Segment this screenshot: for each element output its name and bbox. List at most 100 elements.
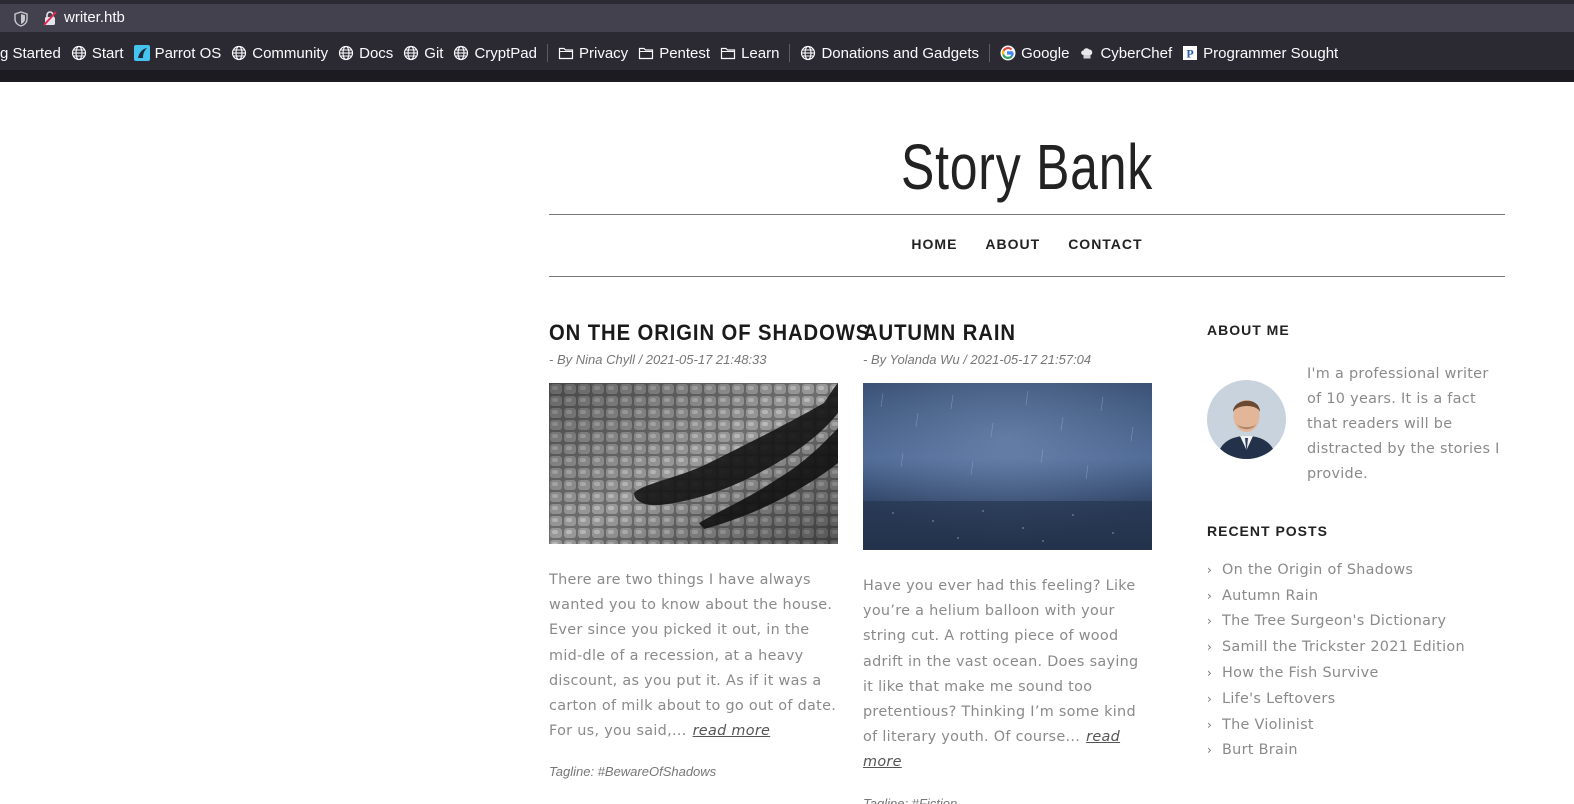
- p-logo-icon: P: [1183, 46, 1198, 61]
- recent-posts-heading: RECENT POSTS: [1207, 523, 1328, 539]
- recent-post-item[interactable]: › Burt Brain: [1207, 738, 1505, 764]
- bookmark-start[interactable]: Start: [66, 41, 129, 65]
- bookmark-programmer-sought[interactable]: P Programmer Sought: [1177, 41, 1343, 65]
- bookmark-folder-learn[interactable]: Learn: [715, 41, 784, 65]
- post-image-rain[interactable]: [863, 383, 1152, 550]
- svg-text:P: P: [1186, 47, 1193, 61]
- nav-about[interactable]: ABOUT: [985, 236, 1040, 252]
- recent-post-item[interactable]: › On the Origin of Shadows: [1207, 557, 1505, 583]
- bookmark-label: Docs: [359, 44, 394, 62]
- post-card: ON THE ORIGIN OF SHADOWS - By Nina Chyll…: [549, 320, 869, 780]
- globe-icon: [71, 45, 86, 61]
- recent-post-item[interactable]: › The Tree Surgeon's Dictionary: [1207, 609, 1505, 635]
- chevron-right-icon: ›: [1207, 691, 1213, 706]
- recent-post-link[interactable]: Burt Brain: [1222, 742, 1298, 758]
- chevron-right-icon: ›: [1207, 743, 1213, 758]
- bookmark-separator: [547, 44, 548, 62]
- google-icon: [1000, 45, 1016, 61]
- recent-post-link[interactable]: The Tree Surgeon's Dictionary: [1222, 613, 1446, 629]
- bookmark-label: CyberChef: [1100, 44, 1173, 62]
- bookmark-separator: [989, 44, 991, 62]
- bookmark-folder-pentest[interactable]: Pentest: [633, 41, 715, 65]
- recent-post-item[interactable]: › Autumn Rain: [1207, 583, 1505, 609]
- folder-icon: [558, 47, 574, 60]
- bookmark-label: Donations and Gadgets: [821, 44, 980, 62]
- url-text[interactable]: writer.htb: [64, 9, 125, 26]
- recent-post-link[interactable]: The Violinist: [1222, 717, 1314, 733]
- recent-post-link[interactable]: Autumn Rain: [1222, 588, 1318, 604]
- recent-post-item[interactable]: › The Violinist: [1207, 712, 1505, 738]
- site-title[interactable]: Story Bank: [654, 130, 1400, 204]
- bookmark-cryptpad[interactable]: CryptPad: [448, 41, 542, 65]
- post-excerpt: There are two things I have always wante…: [549, 568, 839, 744]
- bookmark-getting-started[interactable]: g Started: [0, 41, 66, 65]
- sidebar: ABOUT ME I'm a professional writer of 10…: [1207, 322, 1505, 763]
- url-field[interactable]: writer.htb: [0, 4, 1574, 32]
- post-meta: - By Nina Chyll / 2021-05-17 21:48:33: [549, 352, 767, 367]
- recent-post-link[interactable]: On the Origin of Shadows: [1222, 562, 1413, 578]
- post-tagline: Tagline: #Fiction: [863, 795, 958, 804]
- header-rule-bottom: [549, 276, 1505, 277]
- bookmark-label: Google: [1021, 44, 1070, 62]
- post-tagline: Tagline: #BewareOfShadows: [549, 764, 717, 780]
- bookmark-label: Parrot OS: [154, 44, 222, 62]
- folder-icon: [639, 47, 654, 60]
- chevron-right-icon: ›: [1207, 562, 1213, 577]
- author-avatar: [1207, 380, 1286, 459]
- bookmark-label: Privacy: [579, 44, 629, 62]
- header-rule-top: [549, 214, 1505, 215]
- chevron-right-icon: ›: [1207, 717, 1213, 732]
- parrot-icon: [133, 45, 150, 61]
- post-image-shadows[interactable]: [549, 383, 838, 544]
- nav-home[interactable]: HOME: [911, 236, 957, 252]
- bookmark-label: g Started: [0, 44, 61, 62]
- post-excerpt-text: Have you ever had this feeling? Like you…: [863, 578, 1139, 746]
- bookmark-git[interactable]: Git: [398, 41, 448, 65]
- globe-icon: [454, 45, 469, 61]
- recent-post-link[interactable]: Samill the Trickster 2021 Edition: [1222, 639, 1465, 655]
- post-excerpt: Have you ever had this feeling? Like you…: [863, 574, 1153, 776]
- bookmark-label: CryptPad: [474, 44, 537, 62]
- browser-toolbar: writer.htb: [0, 0, 1574, 36]
- bookmark-community[interactable]: Community: [226, 41, 333, 65]
- bookmark-separator: [789, 44, 791, 62]
- bookmark-docs[interactable]: Docs: [333, 41, 398, 65]
- bookmark-donations[interactable]: Donations and Gadgets: [795, 41, 984, 65]
- globe-icon: [232, 45, 247, 61]
- bookmarks-bar: g Started Start Parrot OS Community Docs…: [0, 36, 1574, 70]
- bookmark-cyberchef[interactable]: CyberChef: [1074, 41, 1177, 65]
- globe-icon: [404, 45, 419, 61]
- toolbar-divider: [0, 70, 1574, 82]
- bookmark-label: Programmer Sought: [1203, 44, 1339, 62]
- post-excerpt-text: There are two things I have always wante…: [549, 572, 837, 740]
- chef-hat-icon: [1081, 48, 1093, 59]
- read-more-link[interactable]: read more: [693, 723, 771, 739]
- bookmark-folder-privacy[interactable]: Privacy: [553, 41, 633, 65]
- bookmark-label: Start: [91, 44, 124, 62]
- recent-post-item[interactable]: › Life's Leftovers: [1207, 686, 1505, 712]
- globe-icon: [339, 45, 354, 61]
- about-section: I'm a professional writer of 10 years. I…: [1207, 362, 1505, 487]
- recent-post-link[interactable]: Life's Leftovers: [1222, 691, 1335, 707]
- recent-post-item[interactable]: › How the Fish Survive: [1207, 660, 1505, 686]
- post-meta: - By Yolanda Wu / 2021-05-17 21:57:04: [863, 352, 1092, 367]
- globe-icon: [801, 45, 816, 61]
- bookmark-parrot-os[interactable]: Parrot OS: [129, 41, 227, 65]
- tracking-shield-icon[interactable]: [14, 11, 28, 27]
- insecure-lock-icon[interactable]: [42, 10, 58, 26]
- recent-post-link[interactable]: How the Fish Survive: [1222, 665, 1379, 681]
- bookmark-label: Git: [424, 44, 444, 62]
- nav-contact[interactable]: CONTACT: [1068, 236, 1142, 252]
- post-title[interactable]: AUTUMN RAIN: [863, 320, 1130, 346]
- bookmark-google[interactable]: Google: [995, 41, 1074, 65]
- bookmark-label: Community: [252, 44, 329, 62]
- recent-post-item[interactable]: › Samill the Trickster 2021 Edition: [1207, 634, 1505, 660]
- chevron-right-icon: ›: [1207, 588, 1213, 603]
- main-nav: HOME ABOUT CONTACT: [549, 236, 1505, 252]
- chevron-right-icon: ›: [1207, 614, 1213, 629]
- bookmark-label: Pentest: [659, 44, 711, 62]
- recent-posts-list: › On the Origin of Shadows › Autumn Rain ›…: [1207, 557, 1505, 763]
- post-title[interactable]: ON THE ORIGIN OF SHADOWS: [549, 320, 869, 346]
- post-card: AUTUMN RAIN - By Yolanda Wu / 2021-05-17…: [863, 320, 1153, 804]
- chevron-right-icon: ›: [1207, 666, 1213, 681]
